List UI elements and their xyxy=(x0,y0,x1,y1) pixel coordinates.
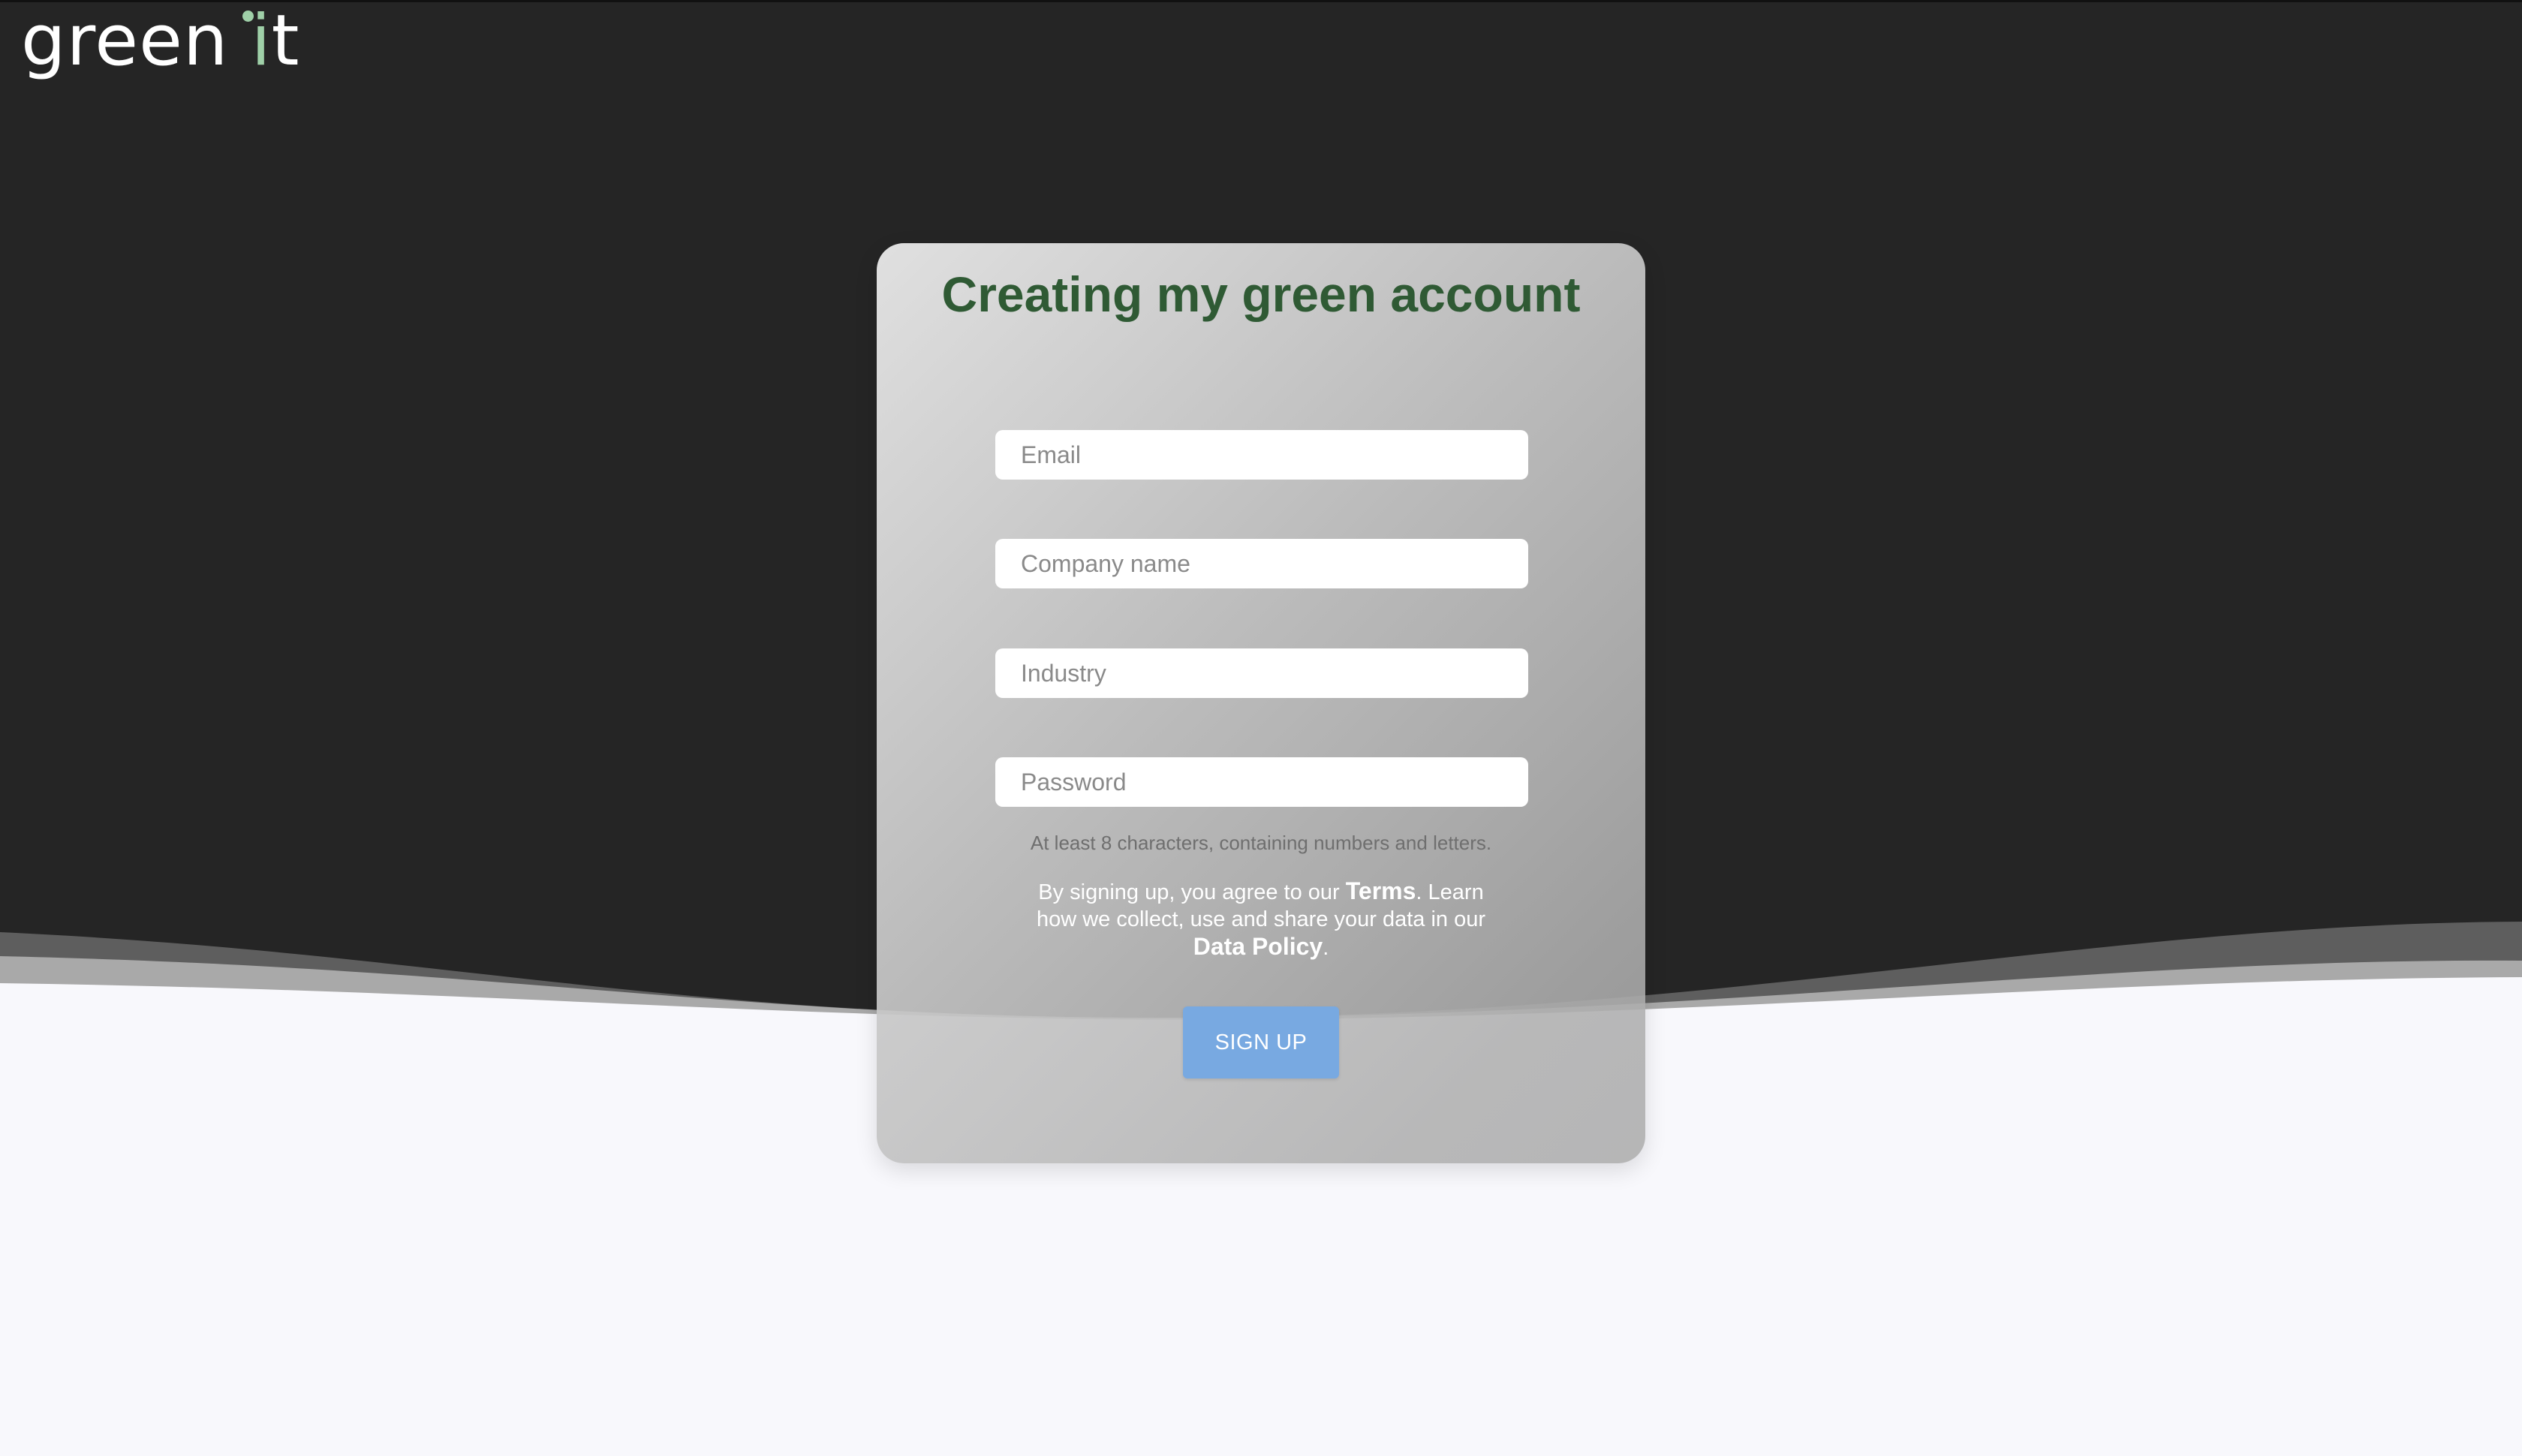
email-input[interactable] xyxy=(995,430,1528,480)
signup-card: Creating my green account At least 8 cha… xyxy=(877,243,1645,1163)
legal-notice: By signing up, you agree to our Terms. L… xyxy=(1019,877,1503,961)
signup-button[interactable]: SIGN UP xyxy=(1183,1006,1339,1078)
industry-input[interactable] xyxy=(995,648,1528,698)
logo-text-green: green xyxy=(21,0,229,82)
brand-logo[interactable]: green it xyxy=(21,6,299,89)
company-name-input[interactable] xyxy=(995,539,1528,588)
logo-dot-icon xyxy=(242,11,254,22)
password-hint: At least 8 characters, containing number… xyxy=(1030,832,1492,854)
form-title: Creating my green account xyxy=(941,266,1581,322)
legal-text-1: By signing up, you agree to our xyxy=(1038,880,1346,904)
terms-link[interactable]: Terms xyxy=(1346,877,1416,904)
logo-letter-i: i xyxy=(251,0,272,82)
logo-letter-t: t xyxy=(271,0,300,82)
password-input[interactable] xyxy=(995,757,1528,807)
logo-text-it: it xyxy=(242,6,300,77)
legal-text-3: . xyxy=(1323,936,1329,960)
data-policy-link[interactable]: Data Policy xyxy=(1193,933,1323,960)
